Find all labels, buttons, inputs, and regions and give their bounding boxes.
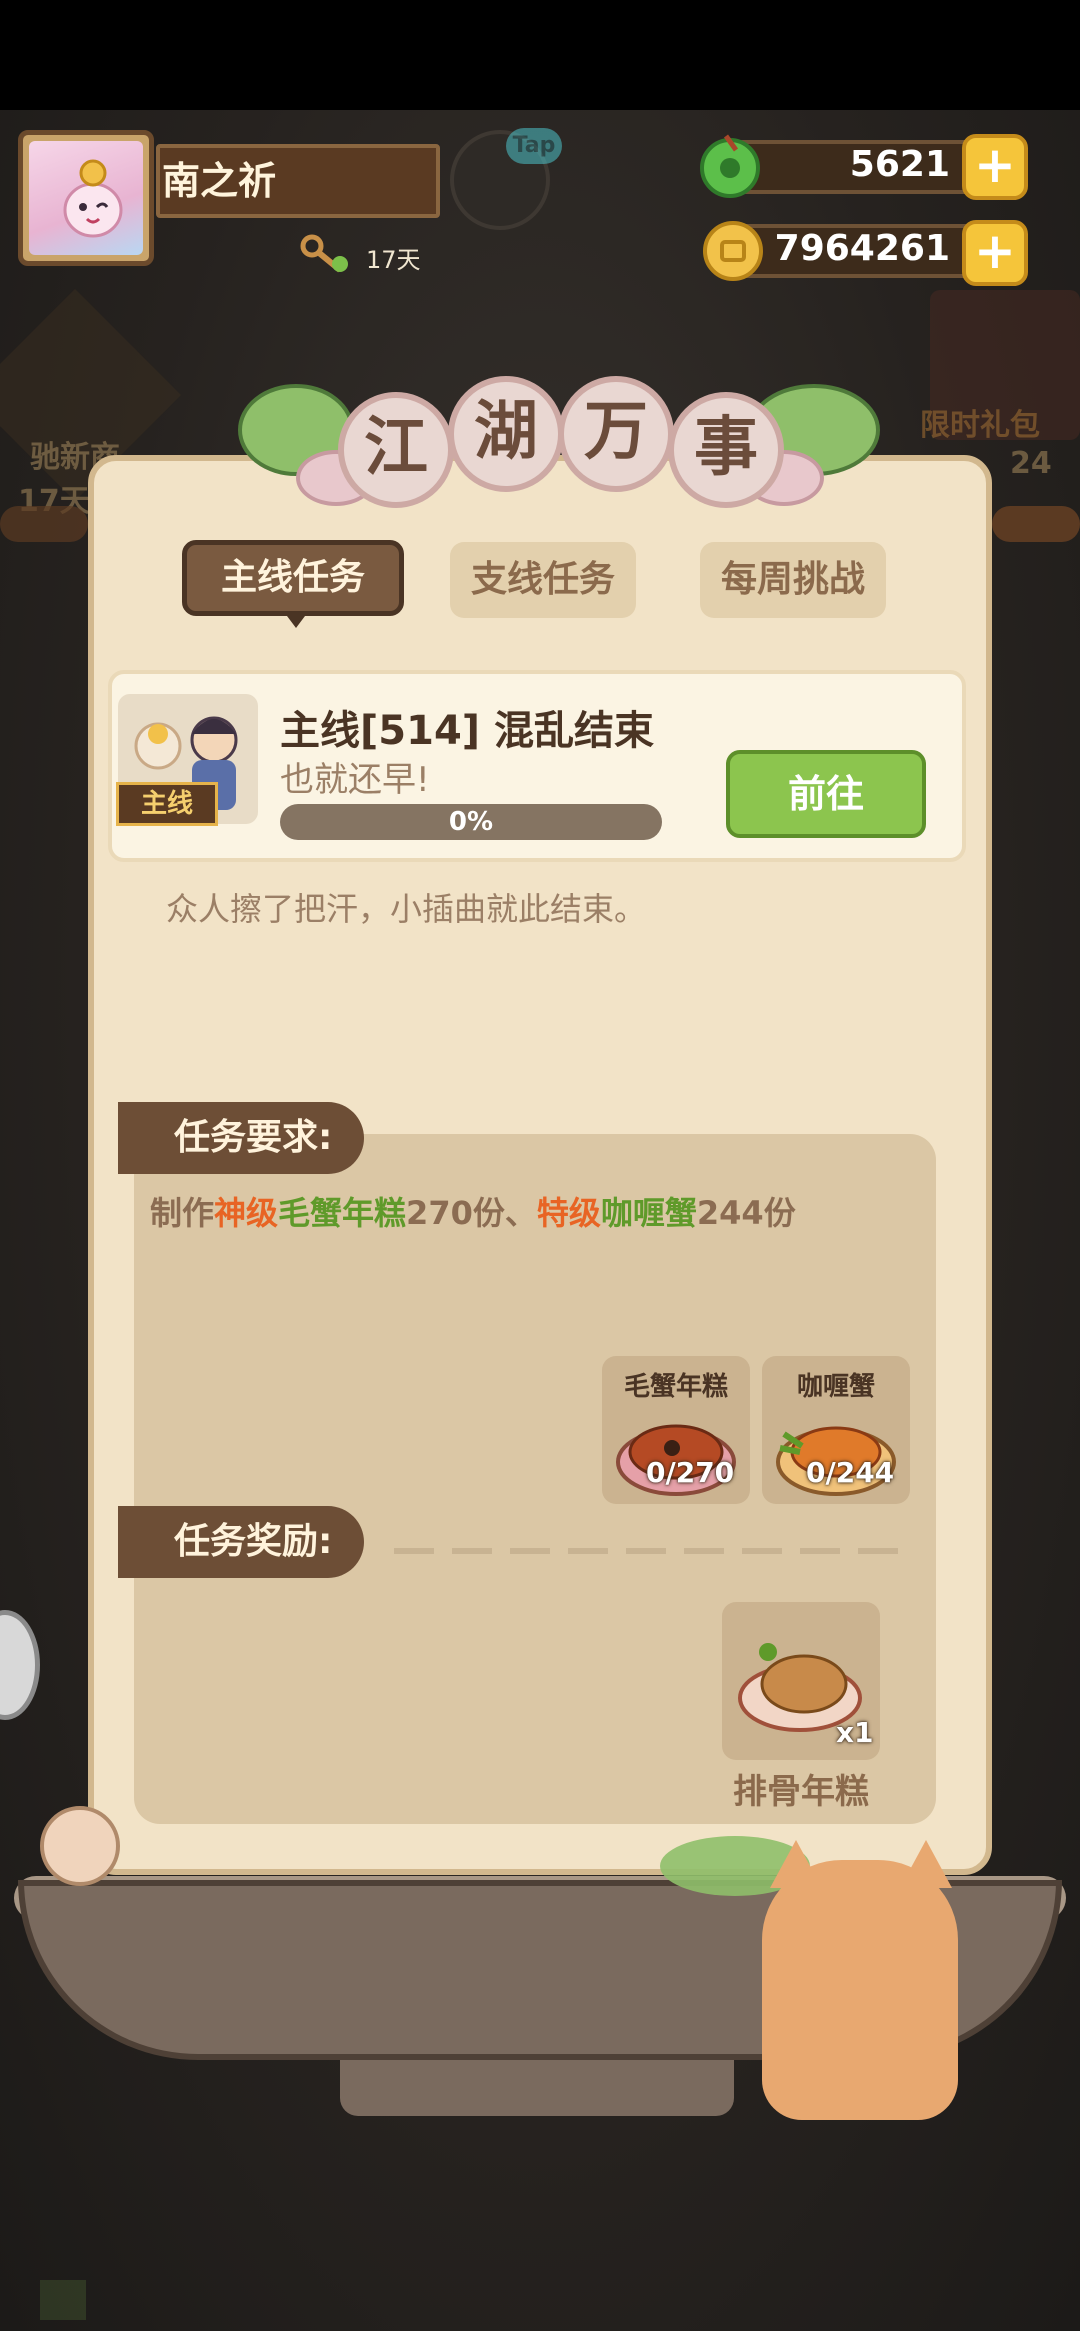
requirement-text: 制作神级毛蟹年糕270份、特级咖喱蟹244份 [150, 1188, 796, 1234]
tap-badge: Tap [506, 128, 562, 164]
scroll-rod-right [992, 506, 1080, 542]
quest-description: 众人擦了把汗，小插曲就此结束。 [166, 890, 647, 928]
divider-dash [568, 1548, 608, 1554]
gem-count: 5621 [849, 144, 950, 185]
divider-dash [510, 1548, 550, 1554]
reward-item-name: 排骨年糕 [733, 1772, 869, 1812]
required-item-2-count: 0/244 [806, 1456, 895, 1489]
req-part-grade: 特级 [536, 1194, 601, 1232]
add-coins-button[interactable]: + [962, 220, 1028, 286]
divider-dash [452, 1548, 492, 1554]
req-part: 270份、 [406, 1194, 537, 1232]
login-days: 17天 [366, 246, 421, 274]
req-part: 244份 [696, 1194, 796, 1232]
required-item-1-count: 0/270 [646, 1456, 735, 1489]
key-icon [300, 234, 348, 273]
req-part: 制作 [150, 1194, 215, 1232]
add-gems-button[interactable]: + [962, 134, 1028, 200]
tab-weekly-challenge[interactable]: 每周挑战 [700, 542, 886, 618]
tab-pointer [284, 612, 308, 628]
tab-main-quest[interactable]: 主线任务 [182, 540, 404, 616]
quest-subtitle: 也就还早! [280, 760, 430, 800]
status-bar [0, 0, 1080, 110]
divider-dash [742, 1548, 782, 1554]
gift-label-right: 限时礼包 [920, 408, 1040, 443]
gift-sub-right: 24 [1010, 446, 1052, 481]
title-char-2: 湖 [448, 376, 564, 492]
player-avatar[interactable] [18, 130, 154, 266]
divider-dash [800, 1548, 840, 1554]
divider-dash [394, 1548, 434, 1554]
title-char-1: 江 [338, 392, 454, 508]
title-char-4: 事 [668, 392, 784, 508]
corner-widget [40, 2280, 86, 2320]
divider-dash [626, 1548, 666, 1554]
required-item-2-name: 咖喱蟹 [796, 1372, 875, 1402]
tab-side-quest[interactable]: 支线任务 [450, 542, 636, 618]
title-char-3: 万 [558, 376, 674, 492]
scroll-rod-left [0, 506, 88, 542]
requirement-label: 任务要求: [118, 1102, 364, 1174]
required-item-1-name: 毛蟹年糕 [623, 1372, 728, 1402]
reward-label: 任务奖励: [118, 1506, 364, 1578]
quest-type-tag: 主线 [116, 782, 218, 826]
req-part-grade: 神级 [214, 1194, 279, 1232]
quest-title: 主线[514] 混乱结束 [280, 708, 654, 754]
go-button[interactable]: 前往 [726, 750, 926, 838]
quest-progress-text: 0% [448, 807, 494, 837]
avatar-character-icon [63, 159, 123, 238]
pot-base [340, 2060, 734, 2116]
reward-item-count: x1 [836, 1716, 874, 1749]
player-name: 南之祈 [162, 159, 277, 203]
divider-dash [684, 1548, 724, 1554]
coin-count: 7964261 [774, 228, 950, 269]
tabby-cat-icon [762, 1860, 958, 2120]
meatball-skewer-icon [40, 1806, 120, 1886]
divider-dash [858, 1548, 898, 1554]
req-part-dish: 咖喱蟹 [600, 1194, 697, 1232]
req-part-dish: 毛蟹年糕 [278, 1194, 407, 1232]
